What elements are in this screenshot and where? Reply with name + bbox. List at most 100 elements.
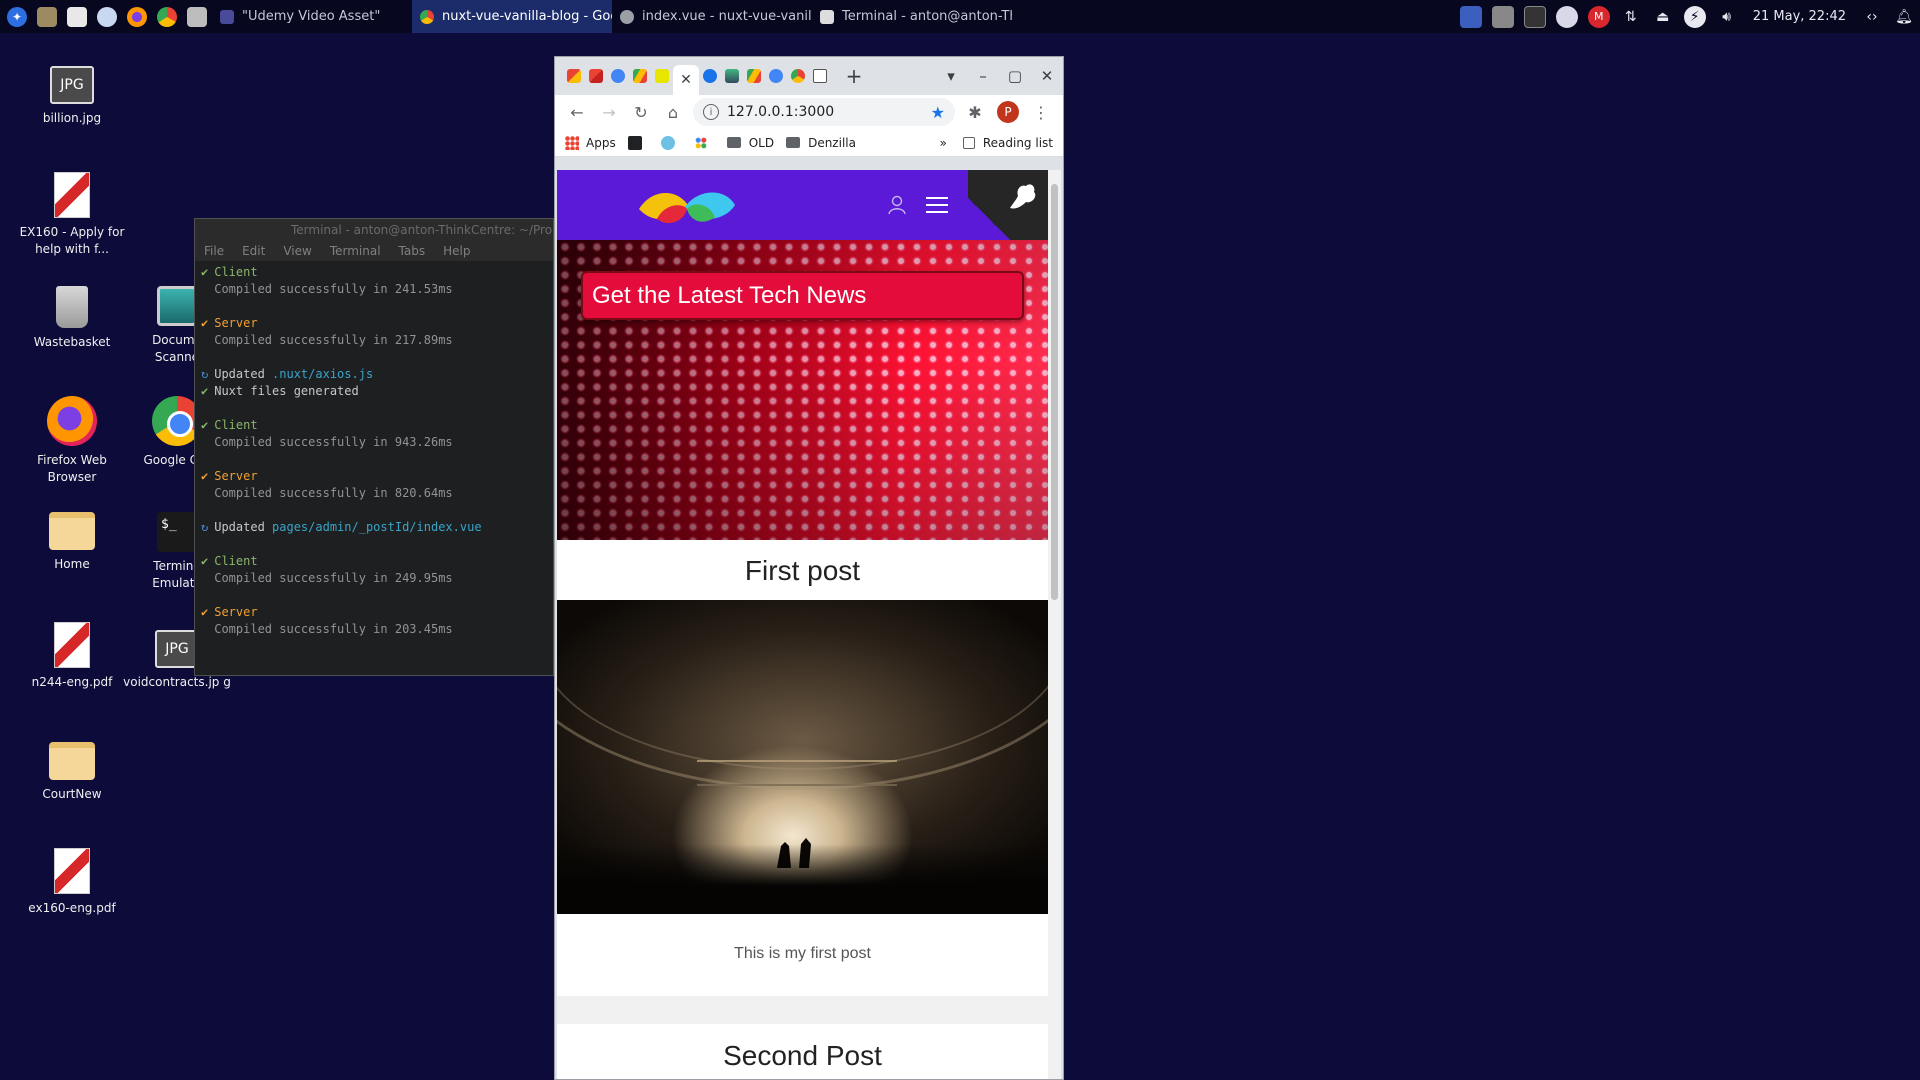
- tab-notion[interactable]: [809, 65, 831, 87]
- tab-chrome[interactable]: [787, 65, 809, 87]
- lighting-rig: [697, 760, 897, 786]
- maximize-icon[interactable]: ▢: [999, 67, 1031, 85]
- quicklaunch-files[interactable]: [32, 2, 62, 32]
- back-icon[interactable]: ←: [561, 103, 593, 122]
- output-line: ✔Compiled successfully in 217.89ms: [214, 333, 453, 347]
- menu-file[interactable]: File: [195, 244, 233, 258]
- forward-icon[interactable]: →: [593, 103, 625, 122]
- screen-recorder-icon[interactable]: [1459, 5, 1482, 28]
- tab-search-icon[interactable]: ▾: [935, 67, 967, 85]
- desktop-icon-ex160-apply[interactable]: EX160 - Apply for help with f...: [17, 172, 127, 258]
- openai-icon: [660, 135, 675, 150]
- bookmark-favicon: [627, 135, 642, 150]
- app-menu-button[interactable]: ✦: [2, 2, 32, 32]
- quicklaunch-firefox[interactable]: [122, 2, 152, 32]
- check-icon: ✔: [201, 384, 209, 398]
- menu-view[interactable]: View: [274, 244, 320, 258]
- menu-terminal[interactable]: Terminal: [321, 244, 390, 258]
- close-tab-icon[interactable]: ✕: [680, 72, 692, 88]
- volume-icon[interactable]: 🔊︎: [1716, 6, 1738, 28]
- more-bookmarks-chevron[interactable]: »: [940, 136, 947, 150]
- new-tab-button[interactable]: +: [839, 64, 869, 88]
- profile-avatar[interactable]: P: [997, 101, 1019, 123]
- extensions-icon[interactable]: ✱: [959, 103, 991, 122]
- bookmark-star-icon[interactable]: ★: [931, 103, 945, 122]
- folder-icon[interactable]: [1491, 5, 1514, 28]
- tab-sheets[interactable]: [651, 65, 673, 87]
- site-logo[interactable]: [635, 185, 739, 227]
- task-udemy[interactable]: "Udemy Video Asset": [212, 0, 412, 33]
- tab-circle[interactable]: [699, 65, 721, 87]
- icon-label: Wastebasket: [33, 335, 111, 349]
- minimize-icon[interactable]: –: [967, 67, 999, 85]
- terminal-window[interactable]: Terminal - anton@anton-ThinkCentre: ~/Pr…: [194, 218, 554, 676]
- bookmark-folder-denzilla[interactable]: Denzilla: [786, 136, 856, 150]
- tab-gmail-2[interactable]: [585, 65, 607, 87]
- github-corner[interactable]: [968, 170, 1048, 240]
- chrome-window[interactable]: ✕ + ▾ – ▢ ✕ ← → ↻ ⌂ i 127.0.0.1:3000 ★ ✱…: [554, 56, 1064, 1080]
- tab-drive[interactable]: [629, 65, 651, 87]
- page-viewport[interactable]: Get the Latest Tech News First post This…: [557, 170, 1048, 1079]
- terminal-titlebar[interactable]: Terminal - anton@anton-ThinkCentre: ~/Pr…: [195, 219, 553, 241]
- task-label: index.vue - nuxt-vue-vanilla-...: [642, 9, 812, 24]
- task-terminal[interactable]: Terminal - anton@anton-Thi...: [812, 0, 1012, 33]
- quicklaunch-editor[interactable]: [62, 2, 92, 32]
- terminal-output[interactable]: ✔Client ✔Compiled successfully in 241.53…: [195, 261, 553, 641]
- hamburger-menu-icon[interactable]: [926, 197, 948, 213]
- desktop-icon-ex160-eng[interactable]: ex160-eng.pdf: [17, 848, 127, 917]
- tab-drive-2[interactable]: [743, 65, 765, 87]
- power-icon[interactable]: ⚡: [1683, 5, 1706, 28]
- bookmark-1[interactable]: [627, 135, 649, 150]
- desktop-icon-courtnew[interactable]: CourtNew: [17, 742, 127, 803]
- tab-vue[interactable]: [721, 65, 743, 87]
- pdf-file-icon: [54, 622, 90, 668]
- post-thumbnail[interactable]: [557, 600, 1048, 914]
- task-vscode[interactable]: index.vue - nuxt-vue-vanilla-...: [612, 0, 812, 33]
- page-scrollbar[interactable]: [1048, 170, 1061, 1079]
- task-chrome[interactable]: nuxt-vue-vanilla-blog - Goog...: [412, 0, 612, 33]
- display-icon[interactable]: ‹›: [1861, 6, 1883, 28]
- post-card[interactable]: Second Post: [557, 1024, 1048, 1079]
- tab-openai-2[interactable]: [765, 65, 787, 87]
- bookmark-folder-old[interactable]: OLD: [726, 136, 774, 150]
- reading-list-button[interactable]: Reading list: [983, 136, 1053, 150]
- network-transfer-icon[interactable]: ⇅: [1620, 6, 1642, 28]
- quicklaunch-chrome[interactable]: [152, 2, 182, 32]
- icon-label: CourtNew: [42, 787, 102, 801]
- mega-icon[interactable]: M: [1587, 5, 1610, 28]
- desktop-icon-home[interactable]: Home: [17, 512, 127, 573]
- vpn-icon[interactable]: [1555, 5, 1578, 28]
- bookmark-apps[interactable]: Apps: [565, 135, 616, 150]
- menu-edit[interactable]: Edit: [233, 244, 274, 258]
- tab-nuxt-blog[interactable]: ✕: [673, 65, 699, 95]
- bookmark-2[interactable]: [660, 135, 682, 150]
- quicklaunch-app1[interactable]: [92, 2, 122, 32]
- eject-icon[interactable]: ⏏: [1652, 6, 1674, 28]
- check-icon: ✔: [201, 605, 209, 619]
- post-card[interactable]: First post This is my first post: [557, 540, 1048, 996]
- home-icon[interactable]: ⌂: [657, 103, 689, 122]
- notification-bell-icon[interactable]: 🔔︎: [1893, 6, 1915, 28]
- post-title[interactable]: First post: [557, 540, 1048, 600]
- tab-openai-1[interactable]: [607, 65, 629, 87]
- post-title[interactable]: Second Post: [557, 1024, 1048, 1079]
- menu-tabs[interactable]: Tabs: [390, 244, 435, 258]
- desktop-icon-n244[interactable]: n244-eng.pdf: [17, 622, 127, 691]
- desktop-icon-billion[interactable]: JPG billion.jpg: [17, 66, 127, 127]
- reload-icon[interactable]: ↻: [625, 103, 657, 122]
- address-bar[interactable]: i 127.0.0.1:3000 ★: [693, 98, 955, 126]
- desktop-icon-wastebasket[interactable]: Wastebasket: [17, 286, 127, 351]
- bookmark-3[interactable]: [693, 135, 715, 150]
- chrome-icon: [791, 69, 805, 83]
- site-info-icon[interactable]: i: [703, 104, 719, 120]
- desktop-icon-firefox[interactable]: Firefox Web Browser: [17, 396, 127, 486]
- user-icon[interactable]: [886, 194, 908, 216]
- quicklaunch-screenshot[interactable]: [182, 2, 212, 32]
- menu-help[interactable]: Help: [434, 244, 479, 258]
- close-window-icon[interactable]: ✕: [1031, 67, 1063, 85]
- scrollbar-thumb[interactable]: [1051, 184, 1058, 600]
- menu-kebab-icon[interactable]: ⋮: [1025, 103, 1057, 122]
- tab-gmail-1[interactable]: [563, 65, 585, 87]
- terminal-tray-icon[interactable]: [1523, 5, 1546, 28]
- clock[interactable]: 21 May, 22:42: [1753, 9, 1846, 24]
